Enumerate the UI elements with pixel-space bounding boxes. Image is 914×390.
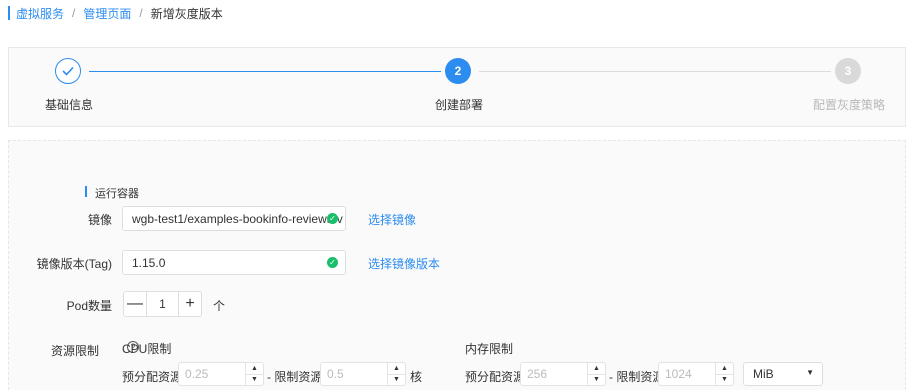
pod-count-stepper: — 1 +: [123, 291, 202, 317]
arrow-up-icon[interactable]: ▲: [388, 363, 405, 374]
memory-unit-value: MiB: [753, 367, 774, 381]
cpu-request-label: 预分配资源: [122, 370, 183, 384]
section-title: 运行容器: [85, 185, 139, 201]
image-input[interactable]: wgb-test1/examples-bookinfo-reviews-v ✓: [122, 206, 346, 231]
caret-down-icon: ▼: [806, 368, 814, 377]
pod-count-unit: 个: [213, 299, 226, 313]
step-2-circle: 2: [445, 58, 471, 84]
step-1-label: 基础信息: [45, 98, 94, 112]
breadcrumb-separator: /: [72, 6, 76, 20]
select-image-link[interactable]: 选择镜像: [368, 211, 416, 228]
resource-limit-label: 资源限制: [50, 344, 99, 358]
arrow-down-icon[interactable]: ▼: [588, 373, 605, 386]
step-connector-2: [479, 71, 831, 72]
step-2-label: 创建部署: [435, 98, 484, 112]
breadcrumb-separator: /: [139, 6, 143, 20]
arrow-up-icon[interactable]: ▲: [588, 363, 605, 374]
memory-unit-select[interactable]: MiB ▼: [743, 362, 823, 386]
memory-request-arrows[interactable]: ▲ ▼: [587, 363, 605, 385]
arrow-down-icon[interactable]: ▼: [716, 373, 733, 386]
arrow-up-icon[interactable]: ▲: [246, 363, 263, 374]
breadcrumb: 虚拟服务 / 管理页面 / 新增灰度版本: [8, 5, 223, 22]
memory-request-label: 预分配资源: [465, 370, 526, 384]
valid-check-icon: ✓: [327, 257, 338, 268]
step-connector-1: [89, 71, 441, 72]
arrow-down-icon[interactable]: ▼: [388, 373, 405, 386]
cpu-limit-arrows[interactable]: ▲ ▼: [387, 363, 405, 385]
image-value: wgb-test1/examples-bookinfo-reviews-v: [132, 211, 343, 226]
breadcrumb-manage-page[interactable]: 管理页面: [83, 5, 131, 22]
memory-limit-value: 1024: [665, 367, 692, 381]
image-label: 镜像: [87, 213, 112, 227]
step-3-circle: 3: [835, 58, 861, 84]
select-image-tag-link[interactable]: 选择镜像版本: [368, 255, 440, 272]
memory-limit-input[interactable]: 1024 ▲ ▼: [658, 362, 734, 386]
step-1-check-icon: [55, 58, 81, 84]
step-3-label: 配置灰度策略: [813, 98, 886, 112]
memory-limit-title: 内存限制: [465, 342, 514, 356]
breadcrumb-virtual-service[interactable]: 虚拟服务: [16, 5, 64, 22]
image-tag-value: 1.15.0: [132, 255, 166, 270]
container-form-panel: 运行容器 镜像 wgb-test1/examples-bookinfo-revi…: [8, 140, 906, 390]
breadcrumb-current: 新增灰度版本: [150, 6, 223, 21]
memory-limit-label: - 限制资源: [609, 370, 665, 384]
cpu-request-input[interactable]: 0.25 ▲ ▼: [178, 362, 264, 386]
increment-button[interactable]: +: [179, 292, 201, 316]
image-tag-label: 镜像版本(Tag): [36, 257, 112, 271]
image-tag-input[interactable]: 1.15.0 ✓: [122, 250, 346, 275]
cpu-request-arrows[interactable]: ▲ ▼: [245, 363, 263, 385]
steps-panel: 2 3 基础信息 创建部署 配置灰度策略: [8, 47, 906, 127]
pod-count-label: Pod数量: [66, 299, 112, 313]
cpu-unit: 核: [410, 370, 423, 384]
cpu-limit-value: 0.5: [327, 367, 344, 381]
valid-check-icon: ✓: [327, 213, 338, 224]
cpu-limit-input[interactable]: 0.5 ▲ ▼: [320, 362, 406, 386]
memory-limit-arrows[interactable]: ▲ ▼: [715, 363, 733, 385]
pod-count-value[interactable]: 1: [146, 292, 179, 316]
cpu-limit-label: - 限制资源: [267, 370, 323, 384]
memory-request-input[interactable]: 256 ▲ ▼: [520, 362, 606, 386]
arrow-down-icon[interactable]: ▼: [246, 373, 263, 386]
cpu-request-value: 0.25: [185, 367, 209, 381]
decrement-button[interactable]: —: [124, 292, 146, 316]
arrow-up-icon[interactable]: ▲: [716, 363, 733, 374]
memory-request-value: 256: [527, 367, 548, 381]
cpu-limit-title: CPU限制: [122, 342, 172, 356]
